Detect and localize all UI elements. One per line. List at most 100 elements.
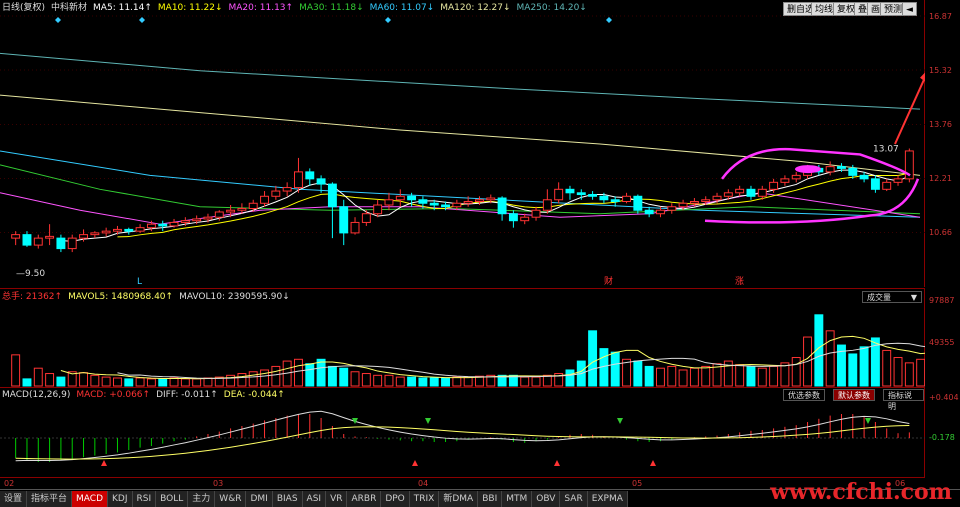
candle-body: [520, 216, 530, 222]
candle-body: [361, 213, 371, 223]
candle: [644, 206, 654, 218]
indicator-tab[interactable]: 设置: [0, 490, 28, 507]
dea-value: DEA: -0.044↑: [223, 390, 285, 400]
volume-bar: [294, 358, 303, 387]
volume-bar: [316, 358, 326, 387]
indicator-tab[interactable]: BOLL: [156, 490, 189, 507]
volume-bar: [101, 376, 111, 387]
indicator-tab[interactable]: EXPMA: [587, 490, 628, 507]
candle-body: [169, 221, 179, 227]
candle: [22, 231, 32, 247]
candle-body: [441, 204, 450, 208]
event-marker: 涨: [735, 276, 744, 287]
volume-bar: [407, 376, 417, 387]
candle: [45, 224, 55, 246]
volume-chart-canvas[interactable]: [0, 289, 925, 387]
indicator-tab[interactable]: MTM: [502, 490, 533, 507]
macd-tick-label: -0.178: [929, 433, 955, 442]
volume-bar: [859, 346, 869, 387]
indicator-tab[interactable]: W&R: [215, 490, 247, 507]
macd-param-button[interactable]: 默认参数: [833, 389, 875, 401]
indicator-tab[interactable]: DPO: [381, 490, 410, 507]
candle-body: [780, 178, 790, 183]
candle-body: [769, 181, 779, 190]
mavol10-value: MAVOL10: 2390595.90↓: [179, 292, 290, 302]
candle: [33, 234, 43, 249]
volume-bar: [882, 349, 892, 387]
volume-bar: [904, 362, 914, 387]
candle: [565, 185, 575, 200]
volume-bar: [746, 365, 756, 387]
period-label[interactable]: 日线(复权): [2, 2, 45, 14]
chevron-down-icon: ▼: [910, 293, 917, 302]
candle-body: [678, 202, 688, 208]
candle: [294, 157, 303, 193]
candle-body: [757, 188, 767, 197]
macd-chart-canvas[interactable]: [0, 388, 925, 478]
volume-total: 总手: 21362↑: [2, 292, 63, 302]
candle-body: [463, 201, 473, 204]
candle: [542, 189, 552, 214]
macd-param-button[interactable]: 指标说明: [883, 389, 924, 411]
candle: [124, 227, 134, 235]
price-chart-panel[interactable]: 13.07 —9.50 L 财 涨 日线(复权) 中科新材 MA5: 11.14↑ MA1…: [0, 0, 925, 287]
indicator-selector-label: 成交量: [867, 293, 891, 302]
indicator-tab[interactable]: 新DMA: [439, 490, 479, 507]
indicator-tab[interactable]: VR: [326, 490, 348, 507]
macd-panel[interactable]: MACD(12,26,9) MACD: +0.066↑ DIFF: -0.011…: [0, 387, 925, 477]
indicator-tab[interactable]: SAR: [560, 490, 588, 507]
candle: [350, 217, 360, 235]
indicator-tab[interactable]: ASI: [302, 490, 327, 507]
indicator-tab[interactable]: RSI: [132, 490, 157, 507]
indicator-tab[interactable]: BIAS: [272, 490, 303, 507]
volume-tick-label: 49355: [929, 338, 955, 347]
candle-body: [226, 209, 236, 213]
candle-body: [712, 195, 722, 201]
candle: [780, 175, 790, 186]
indicator-tab[interactable]: 主力: [188, 490, 216, 507]
volume-bar: [757, 367, 767, 387]
candle-body: [248, 202, 258, 209]
volume-bar: [916, 358, 925, 387]
volume-bar: [463, 376, 473, 387]
indicator-tab[interactable]: ARBR: [347, 490, 382, 507]
indicator-tab[interactable]: TRIX: [409, 490, 440, 507]
volume-bar: [848, 353, 858, 387]
candle-body: [339, 206, 349, 234]
indicator-tab[interactable]: OBV: [532, 490, 561, 507]
price-chart-canvas[interactable]: 13.07 —9.50 L 财 涨: [0, 0, 925, 287]
volume-bar: [395, 376, 405, 387]
volume-bar: [45, 373, 55, 387]
volume-bar: [11, 354, 21, 387]
candle-body: [56, 237, 66, 250]
volume-bar: [644, 365, 654, 387]
candle-body: [825, 166, 835, 173]
info-diamond-icon: [606, 17, 612, 23]
indicator-tab[interactable]: KDJ: [108, 490, 133, 507]
candle-body: [497, 197, 507, 215]
indicator-tab[interactable]: BBI: [478, 490, 503, 507]
price-tick-label: 16.87: [929, 12, 952, 21]
price-tick-label: 12.21: [929, 174, 952, 183]
candle-body: [316, 178, 326, 185]
candle: [554, 182, 564, 204]
volume-bar: [441, 377, 450, 387]
ma-legend: 日线(复权) 中科新材 MA5: 11.14↑ MA10: 11.22↓ MA20:…: [2, 2, 587, 14]
volume-bar: [701, 365, 711, 387]
buy-arrow-icon: [101, 460, 107, 466]
highlight-ellipse: [795, 165, 821, 174]
price-tick-label: 13.76: [929, 120, 952, 129]
volume-panel[interactable]: 总手: 21362↑ MAVOL5: 1480968.40↑ MAVOL10: …: [0, 288, 925, 387]
candle-body: [158, 223, 168, 227]
candle: [588, 191, 598, 200]
buy-arrow-icon: [554, 460, 560, 466]
candle-body: [101, 230, 111, 234]
candle: [667, 203, 677, 214]
macd-param-button[interactable]: 优选参数: [783, 389, 825, 401]
candle-body: [180, 220, 190, 223]
indicator-tab[interactable]: DMI: [246, 490, 273, 507]
toolbar-button[interactable]: ◄: [902, 2, 917, 16]
indicator-tab[interactable]: MACD: [72, 490, 109, 507]
indicator-selector[interactable]: 成交量 ▼: [862, 291, 922, 303]
indicator-tab[interactable]: 指标平台: [27, 490, 73, 507]
